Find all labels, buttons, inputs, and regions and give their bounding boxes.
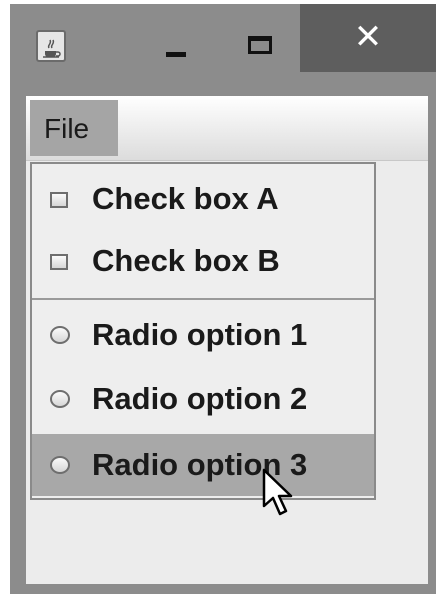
radio-button-icon[interactable] — [50, 456, 70, 474]
maximize-button[interactable] — [230, 16, 290, 68]
file-popup-menu: Check box A Check box B Radio option 1 R… — [30, 162, 376, 500]
maximize-icon — [248, 36, 272, 54]
menu-file[interactable]: File — [30, 100, 118, 156]
menu-item-label: Check box B — [92, 243, 280, 278]
menu-item-label: Check box A — [92, 181, 279, 216]
close-button[interactable]: ✕ — [300, 4, 436, 72]
checkbox-icon[interactable] — [50, 192, 68, 208]
menu-separator — [32, 298, 374, 300]
menu-item-check-box-a[interactable]: Check box A — [32, 168, 374, 230]
minimize-icon — [166, 52, 186, 57]
mouse-pointer-icon — [262, 468, 294, 529]
menu-item-label: Radio option 2 — [92, 381, 308, 416]
menu-item-label: Radio option 1 — [92, 317, 308, 352]
menu-bar: File — [26, 96, 428, 161]
radio-button-icon[interactable] — [50, 326, 70, 344]
java-cup-icon[interactable] — [36, 30, 66, 62]
menu-item-radio-option-3[interactable]: Radio option 3 — [32, 434, 374, 496]
app-window: ✕ File Check box A Check box B Radio opt… — [10, 4, 436, 594]
radio-button-icon[interactable] — [50, 390, 70, 408]
menu-item-check-box-b[interactable]: Check box B — [32, 230, 374, 292]
menu-item-radio-option-1[interactable]: Radio option 1 — [32, 304, 374, 366]
minimize-button[interactable] — [146, 16, 206, 68]
close-icon: ✕ — [353, 18, 383, 56]
menu-item-radio-option-2[interactable]: Radio option 2 — [32, 368, 374, 430]
title-bar[interactable]: ✕ — [10, 4, 436, 86]
content-pane: File Check box A Check box B Radio optio… — [26, 96, 428, 584]
checkbox-icon[interactable] — [50, 254, 68, 270]
menu-file-label: File — [44, 113, 90, 144]
